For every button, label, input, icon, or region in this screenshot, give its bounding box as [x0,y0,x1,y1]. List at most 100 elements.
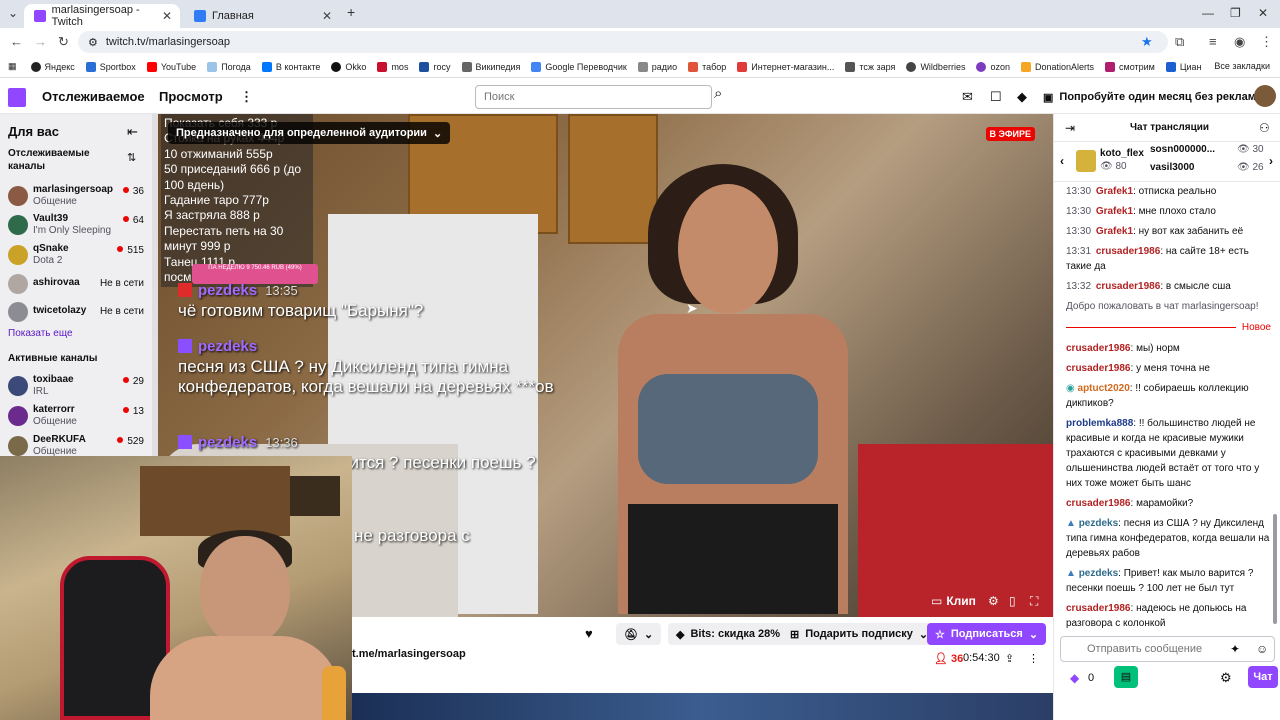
telegram-link[interactable]: t.me/marlasingersoap [352,648,466,660]
chat-username[interactable]: Grafek1 [1096,206,1133,217]
all-bookmarks-link[interactable]: Все закладки [1214,61,1270,71]
tab-search-icon[interactable]: ⌄ [8,6,18,20]
sidebar-channel-ashirovaa[interactable]: ashirovaa Не в сети [8,272,148,298]
collapse-chat-icon[interactable]: ⇥ [1065,121,1075,135]
leader-name[interactable]: sosn000000... [1150,144,1215,155]
share-icon[interactable]: ⇪ [1005,652,1014,665]
bookmark-tabor[interactable]: табор [688,61,726,72]
chat-username[interactable]: problemka888 [1066,418,1133,429]
browser-tab-home[interactable]: Главная ✕ [184,4,340,28]
fullscreen-icon[interactable]: ⛶ [1030,594,1038,609]
bookmark-cian[interactable]: Циан [1165,61,1202,72]
nav-following-link[interactable]: Отслеживаемое [42,89,145,104]
magic-icon[interactable]: ✦ [1230,642,1240,656]
sidebar-channel-twicetolazy[interactable]: twicetolazy Не в сети [8,300,148,326]
bookmark-radio[interactable]: радио [637,61,677,72]
bookmark-google-translate[interactable]: Google Переводчик [531,61,627,72]
chat-username[interactable]: crusader1986 [1066,603,1131,614]
bookmark-wildberries[interactable]: Wildberries [906,61,965,72]
gift-sub-button[interactable]: ⊞ Подарить подписку ⌄ [782,623,937,645]
subscribe-button[interactable]: ☆ Подписаться ⌄ [927,623,1047,645]
notifications-button[interactable]: 🔕︎ ⌄ [616,623,662,645]
bits-icon[interactable]: ◆ [1017,89,1027,105]
follow-heart-icon[interactable]: ♥ [585,626,593,641]
close-window-icon[interactable]: ✕ [1258,6,1268,20]
restore-icon[interactable]: ❐ [1230,6,1241,20]
bookmark-wikipedia[interactable]: Википедия [461,61,520,72]
sidebar-channel-katerrorr[interactable]: katerrorr Общение 13 [8,404,148,430]
send-chat-button[interactable]: Чат [1248,666,1278,688]
gift-box-icon[interactable]: ▤ [1114,666,1138,688]
new-tab-button[interactable]: + [347,4,355,20]
sidebar-channel-toxibaae[interactable]: toxibaae IRL 29 [8,374,148,400]
chevron-right-icon[interactable]: › [1269,154,1273,168]
forward-icon[interactable]: → [34,34,47,49]
bookmark-smotrim[interactable]: смотрим [1105,61,1155,72]
bookmark-star-icon[interactable]: ★ [1141,34,1153,50]
chat-username[interactable]: pezdeks [1079,518,1118,529]
collapse-sidebar-icon[interactable]: ⇤ [127,124,138,140]
search-input[interactable] [475,85,712,109]
user-avatar[interactable] [1254,85,1276,107]
media-icon[interactable]: ≡ [1209,34,1217,49]
clip-button[interactable]: ▭ Клип [931,594,976,608]
chat-settings-gear-icon[interactable]: ⚙ [1220,670,1232,686]
chat-scrollbar[interactable] [1273,514,1277,624]
leader-name[interactable]: koto_flex [1100,148,1144,159]
emote-smiley-icon[interactable]: ☺ [1256,642,1268,656]
nav-browse-link[interactable]: Просмотр [159,89,223,104]
community-icon[interactable]: ⚇ [1259,121,1270,135]
close-tab-icon[interactable]: ✕ [162,9,172,23]
bookmark-weather[interactable]: Погода [207,61,251,72]
ad-free-promo-button[interactable]: ▣ Попробуйте один месяц без рекламы [1043,86,1265,108]
sidebar-channel-deerkufa[interactable]: DeeRKUFA Общение 529 [8,434,148,456]
chat-username[interactable]: pezdeks [1079,568,1118,579]
chat-username[interactable]: crusader1986 [1066,363,1131,374]
close-tab-icon[interactable]: ✕ [322,9,332,23]
bookmark-youtube[interactable]: YouTube [146,61,196,72]
bookmark-donationalerts[interactable]: DonationAlerts [1020,61,1094,72]
chat-username[interactable]: aptuct2020 [1078,383,1130,394]
chat-username[interactable]: Grafek1 [1096,186,1133,197]
chat-username[interactable]: crusader1986 [1096,246,1161,257]
show-more-link[interactable]: Показать еще [8,328,73,339]
search-icon[interactable]: ⌕ [714,85,736,109]
profile-icon[interactable]: ◉ [1234,34,1245,50]
browser-menu-icon[interactable]: ⋮ [1260,34,1273,50]
bookmark-shop[interactable]: Интернет-магазин... [737,61,834,72]
inbox-icon[interactable]: ✉ [962,89,973,105]
chat-username[interactable]: crusader1986 [1066,343,1131,354]
url-field[interactable]: ⚙ twitch.tv/marlasingersoap [78,31,1168,53]
sidebar-channel-vault39[interactable]: Vault39 I'm Only Sleeping 64 [8,213,148,239]
reload-icon[interactable]: ↻ [58,34,69,50]
minimize-icon[interactable]: — [1202,6,1214,20]
whispers-icon[interactable]: ☐ [990,89,1002,105]
apps-grid-icon[interactable]: ▦ [8,61,17,72]
browser-tab-twitch[interactable]: marlasingersoap - Twitch ✕ [24,4,180,28]
sort-icon[interactable]: ⇅ [127,151,136,164]
settings-gear-icon[interactable]: ⚙ [988,594,999,608]
site-info-icon[interactable]: ⚙ [88,36,98,49]
audience-warning-dropdown[interactable]: Предназначено для определенной аудитории… [168,122,451,144]
extensions-icon[interactable]: ⧉ [1175,34,1184,50]
chevron-left-icon[interactable]: ‹ [1060,154,1064,168]
leader-name[interactable]: vasil3000 [1150,162,1195,173]
back-icon[interactable]: ← [10,34,23,49]
bookmark-yandex[interactable]: Яндекс [30,61,75,72]
chat-username[interactable]: crusader1986 [1066,498,1131,509]
twitch-logo-icon[interactable] [8,88,26,107]
theatre-mode-icon[interactable]: ▯ [1009,594,1016,608]
more-options-icon[interactable]: ⋮ [1028,652,1039,665]
more-menu-icon[interactable]: ⋮ [240,89,253,105]
bookmark-gosu[interactable]: госу [419,61,451,72]
bookmark-okko[interactable]: Okko [331,61,366,72]
bits-discount-button[interactable]: ◆ Bits: скидка 28% [668,623,789,645]
chat-username[interactable]: Grafek1 [1096,226,1133,237]
bookmark-ozon[interactable]: ozon [976,61,1010,72]
channel-points-icon[interactable]: ◆ [1070,671,1079,685]
bookmark-tszh[interactable]: тсж заря [845,61,895,72]
chat-message-input[interactable] [1060,636,1275,662]
bookmark-vk[interactable]: В контакте [261,61,320,72]
bookmark-sportbox[interactable]: Sportbox [85,61,136,72]
bookmark-mos[interactable]: mos [377,61,408,72]
